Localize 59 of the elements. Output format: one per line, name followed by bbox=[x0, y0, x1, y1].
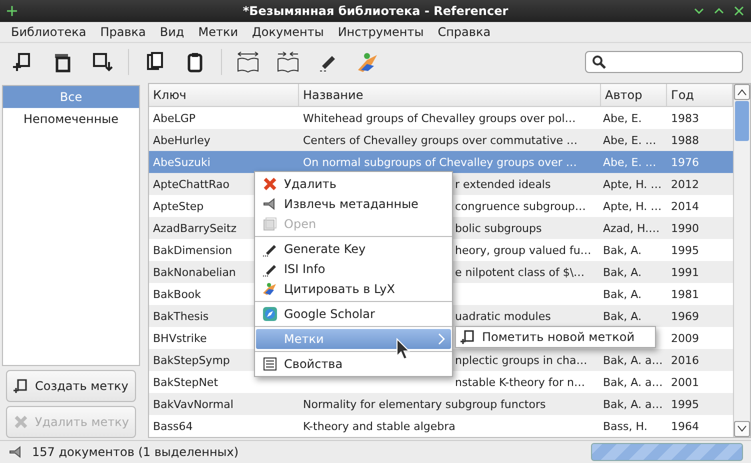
table-cell: congruence subgroup… bbox=[455, 200, 586, 212]
table-cell: 1981 bbox=[671, 288, 699, 300]
table-cell: BakDimension bbox=[153, 244, 232, 256]
table-cell: Centers of Chevalley groups over commutative … bbox=[303, 134, 578, 146]
table-cell: BakNonabelian bbox=[153, 266, 236, 278]
table-cell: Bass64 bbox=[153, 420, 193, 432]
table-cell: 1991 bbox=[671, 266, 699, 278]
table-cell: e nilpotent class of $\… bbox=[455, 266, 585, 278]
table-cell: Bass, H. bbox=[603, 420, 648, 432]
table-cell: Abe, E. … bbox=[603, 134, 656, 146]
table-cell: 1995 bbox=[671, 244, 699, 256]
table-cell: 2014 bbox=[671, 200, 699, 212]
table-cell: Bak, A. a… bbox=[603, 398, 663, 410]
table-cell: BakStepNet bbox=[153, 376, 218, 388]
table-cell: Bak, A. bbox=[603, 266, 642, 278]
table-cell: Apte, H. … bbox=[603, 178, 662, 190]
table-cell: AbeLGP bbox=[153, 112, 196, 124]
table-cell: BakBook bbox=[153, 288, 202, 300]
table-cell: heory, group valued fu… bbox=[455, 244, 592, 256]
table-cell: 2012 bbox=[671, 178, 699, 190]
table-cell: Abe, E. … bbox=[603, 156, 656, 168]
window-title: *Безымянная библиотека - Referencer bbox=[242, 4, 508, 18]
table-cell: 1990 bbox=[671, 222, 699, 234]
table-cell: 1976 bbox=[671, 156, 699, 168]
status-text: 157 документов (1 выделенных) bbox=[32, 445, 239, 459]
table-cell: BakStepSymp bbox=[153, 354, 230, 366]
table-cell: AbeSuzuki bbox=[153, 156, 210, 168]
table-cell: Normality for elementary subgroup functors bbox=[303, 398, 546, 410]
table-cell: nplectic groups in cha… bbox=[455, 354, 588, 366]
table-cell: nstable K-theory for n… bbox=[455, 376, 585, 388]
table-cell: Abe, E. bbox=[603, 112, 642, 124]
table-cell: Apte, H. … bbox=[603, 200, 662, 212]
table-cell: Bak, A. a… bbox=[603, 354, 663, 366]
table-cell: On normal subgroups of Chevalley groups over … bbox=[303, 156, 577, 168]
table-cell: 1983 bbox=[671, 112, 699, 124]
table-cell: BakVavNormal bbox=[153, 398, 234, 410]
table-cell: 1969 bbox=[671, 310, 699, 322]
table-cell: Bak, A. bbox=[603, 288, 642, 300]
table-cell: 2016 bbox=[671, 354, 699, 366]
table-cell: 1988 bbox=[671, 134, 699, 146]
table-cell: Bak, A. a… bbox=[603, 376, 663, 388]
table-cell: ApteStep bbox=[153, 200, 204, 212]
table-cell: AbeHurley bbox=[153, 134, 210, 146]
table-cell: bolic subgroups bbox=[455, 222, 542, 234]
table-cell: BakThesis bbox=[153, 310, 209, 322]
table-cell: ApteChattRao bbox=[153, 178, 230, 190]
table-cell: Whitehead groups of Chevalley groups over pol… bbox=[303, 112, 576, 124]
table-cell: uadratic modules bbox=[455, 310, 551, 322]
table-cell: K-theory and stable algebra bbox=[303, 420, 456, 432]
table-cell: AzadBarrySeitz bbox=[153, 222, 237, 234]
table-cell: Bak, A. bbox=[603, 310, 642, 322]
table-cell: 1964 bbox=[671, 420, 699, 432]
table-cell: Azad, H.… bbox=[603, 222, 660, 234]
table-cell: 2009 bbox=[671, 332, 699, 344]
table-cell: BHVstrike bbox=[153, 332, 207, 344]
table-cell: 1995 bbox=[671, 398, 699, 410]
table-cell: r extended ideals bbox=[455, 178, 551, 190]
table-cell: 2001 bbox=[671, 376, 699, 388]
table-cell: Bak, A. bbox=[603, 244, 642, 256]
